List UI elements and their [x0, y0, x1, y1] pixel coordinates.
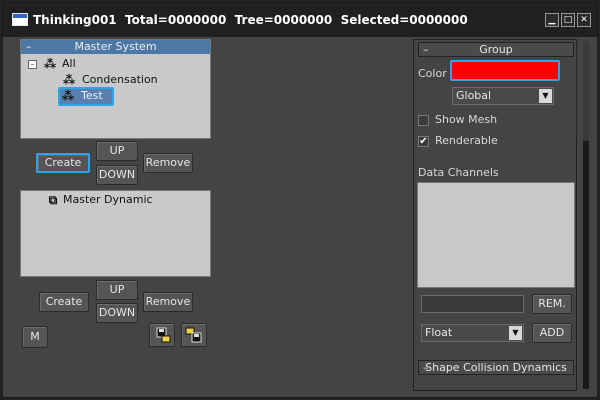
load-preset-button[interactable] [181, 323, 207, 347]
create-dynamic-button[interactable]: Create [39, 292, 89, 312]
m-button[interactable]: M [22, 326, 48, 348]
save-preset-icon [156, 327, 171, 343]
down-dynamic-button[interactable]: DOWN [96, 303, 138, 323]
remove-button[interactable]: Remove [143, 153, 193, 173]
master-system-header[interactable]: – Master System [21, 40, 210, 54]
show-mesh-checkbox[interactable] [418, 115, 429, 126]
channel-type-value: Float [425, 326, 453, 339]
title-bar: Thinking001 Total=0000000 Tree=0000000 S… [3, 3, 597, 37]
tree-item-test[interactable]: ⁂ ⁂ Test [58, 87, 116, 106]
tree-item-label: Condensation [82, 73, 158, 86]
up-dynamic-button[interactable]: UP [96, 280, 138, 300]
master-system-title: Master System [74, 40, 157, 53]
tree-item-label: All [62, 57, 76, 70]
channel-type-dropdown[interactable]: Float ▼ [421, 324, 524, 342]
minimize-button[interactable]: ▁ [545, 13, 559, 27]
app-window: Thinking001 Total=0000000 Tree=0000000 S… [2, 2, 598, 398]
master-dynamic-tree[interactable]: ⧉ Master Dynamic [20, 190, 211, 277]
chevron-down-icon: ▼ [539, 89, 552, 103]
rem-button[interactable]: REM. [532, 294, 572, 314]
close-button[interactable]: ✕ [577, 13, 591, 27]
scrollbar-thumb[interactable] [583, 141, 589, 389]
remove-dynamic-button[interactable]: Remove [143, 292, 193, 312]
node-tree-icon: ⁂ [43, 57, 57, 71]
chevron-down-icon: ▼ [509, 326, 522, 340]
create-button[interactable]: Create [36, 153, 90, 173]
shape-collision-header[interactable]: – Shape Collision Dynamics [418, 360, 574, 375]
tree-item-label: Master Dynamic [63, 193, 153, 206]
group-header[interactable]: – Group [418, 42, 574, 57]
color-swatch[interactable] [450, 60, 560, 81]
save-preset-button[interactable] [149, 323, 175, 347]
add-button[interactable]: ADD [532, 323, 572, 343]
tree-item-all[interactable]: ⁂ All [42, 56, 122, 72]
channel-name-input[interactable] [421, 295, 524, 313]
load-preset-icon [185, 327, 202, 343]
tree-item-condensation[interactable]: ⁂ Condensation [61, 72, 181, 88]
main-panel: – Master System – ⁂ All ⁂ Condensation ⁂… [9, 37, 591, 391]
color-label: Color [418, 67, 447, 80]
down-button[interactable]: DOWN [96, 165, 138, 185]
show-mesh-label: Show Mesh [435, 113, 498, 126]
window-icon [12, 13, 28, 26]
scope-dropdown[interactable]: Global ▼ [452, 87, 554, 105]
right-panel-scrollbar[interactable] [583, 41, 589, 389]
scope-value: Global [456, 89, 492, 102]
tree-item-master-dynamic[interactable]: ⧉ Master Dynamic [45, 192, 165, 208]
renderable-checkbox[interactable]: ✔ [418, 136, 429, 147]
tree-item-label: Test [81, 89, 103, 102]
node-tree-icon: ⁂ [62, 73, 76, 87]
data-channels-list[interactable] [417, 182, 575, 288]
maximize-button[interactable]: □ [561, 13, 575, 27]
master-system-tree[interactable]: – Master System – ⁂ All ⁂ Condensation ⁂… [20, 39, 211, 139]
data-channels-label: Data Channels [418, 166, 499, 179]
group-rollout-panel: – Group Color Global ▼ Show Mesh ✔ Rende… [413, 39, 577, 391]
group-title: Group [479, 43, 513, 56]
shape-collision-title: Shape Collision Dynamics [425, 361, 567, 374]
node-tree-icon: ⁂ [61, 89, 75, 103]
tree-expander-icon[interactable]: – [28, 60, 37, 69]
up-button[interactable]: UP [96, 141, 138, 161]
dynamic-node-icon: ⧉ [48, 193, 58, 207]
renderable-label: Renderable [435, 134, 498, 147]
window-title: Thinking001 Total=0000000 Tree=0000000 S… [33, 13, 468, 27]
